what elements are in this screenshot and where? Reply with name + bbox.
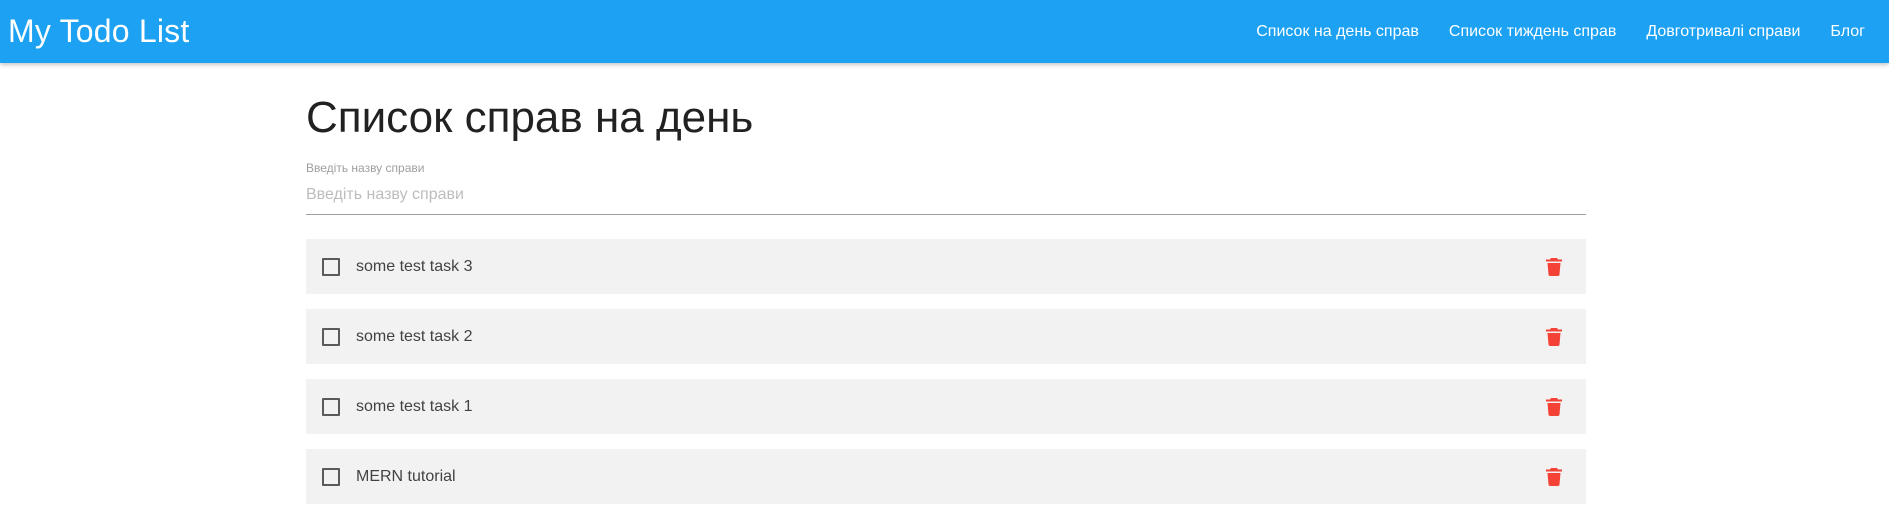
checkbox-unchecked-icon[interactable] [322, 327, 340, 346]
page-title: Список справ на день [306, 93, 754, 142]
task-input-field: Введіть назву справи [306, 161, 1586, 215]
nav-link-week-list[interactable]: Список тиждень справ [1449, 23, 1616, 41]
task-input-label: Введіть назву справи [306, 161, 425, 175]
task-list: some test task 3 some test task 2 some t… [306, 239, 1586, 504]
task-text: some test task 1 [356, 397, 473, 415]
task-item: some test task 2 [306, 309, 1586, 364]
trash-icon[interactable] [1542, 255, 1566, 279]
nav-link-day-list[interactable]: Список на день справ [1256, 23, 1419, 41]
trash-icon[interactable] [1542, 395, 1566, 419]
checkbox-unchecked-icon[interactable] [322, 397, 340, 416]
nav-links: Список на день справ Список тиждень спра… [1226, 23, 1865, 41]
brand-logo[interactable]: My Todo List [8, 13, 189, 50]
checkbox-unchecked-icon[interactable] [322, 257, 340, 276]
navbar: My Todo List Список на день справ Список… [0, 0, 1889, 63]
task-name-input[interactable] [306, 175, 1586, 215]
nav-link-long-term[interactable]: Довготривалі справи [1646, 23, 1800, 41]
trash-icon[interactable] [1542, 325, 1566, 349]
task-item: some test task 3 [306, 239, 1586, 294]
nav-link-blog[interactable]: Блог [1830, 23, 1865, 41]
task-text: some test task 3 [356, 257, 473, 275]
task-item: some test task 1 [306, 379, 1586, 434]
task-text: some test task 2 [356, 327, 473, 345]
main-content: Список справ на день Введіть назву справ… [306, 63, 1586, 519]
